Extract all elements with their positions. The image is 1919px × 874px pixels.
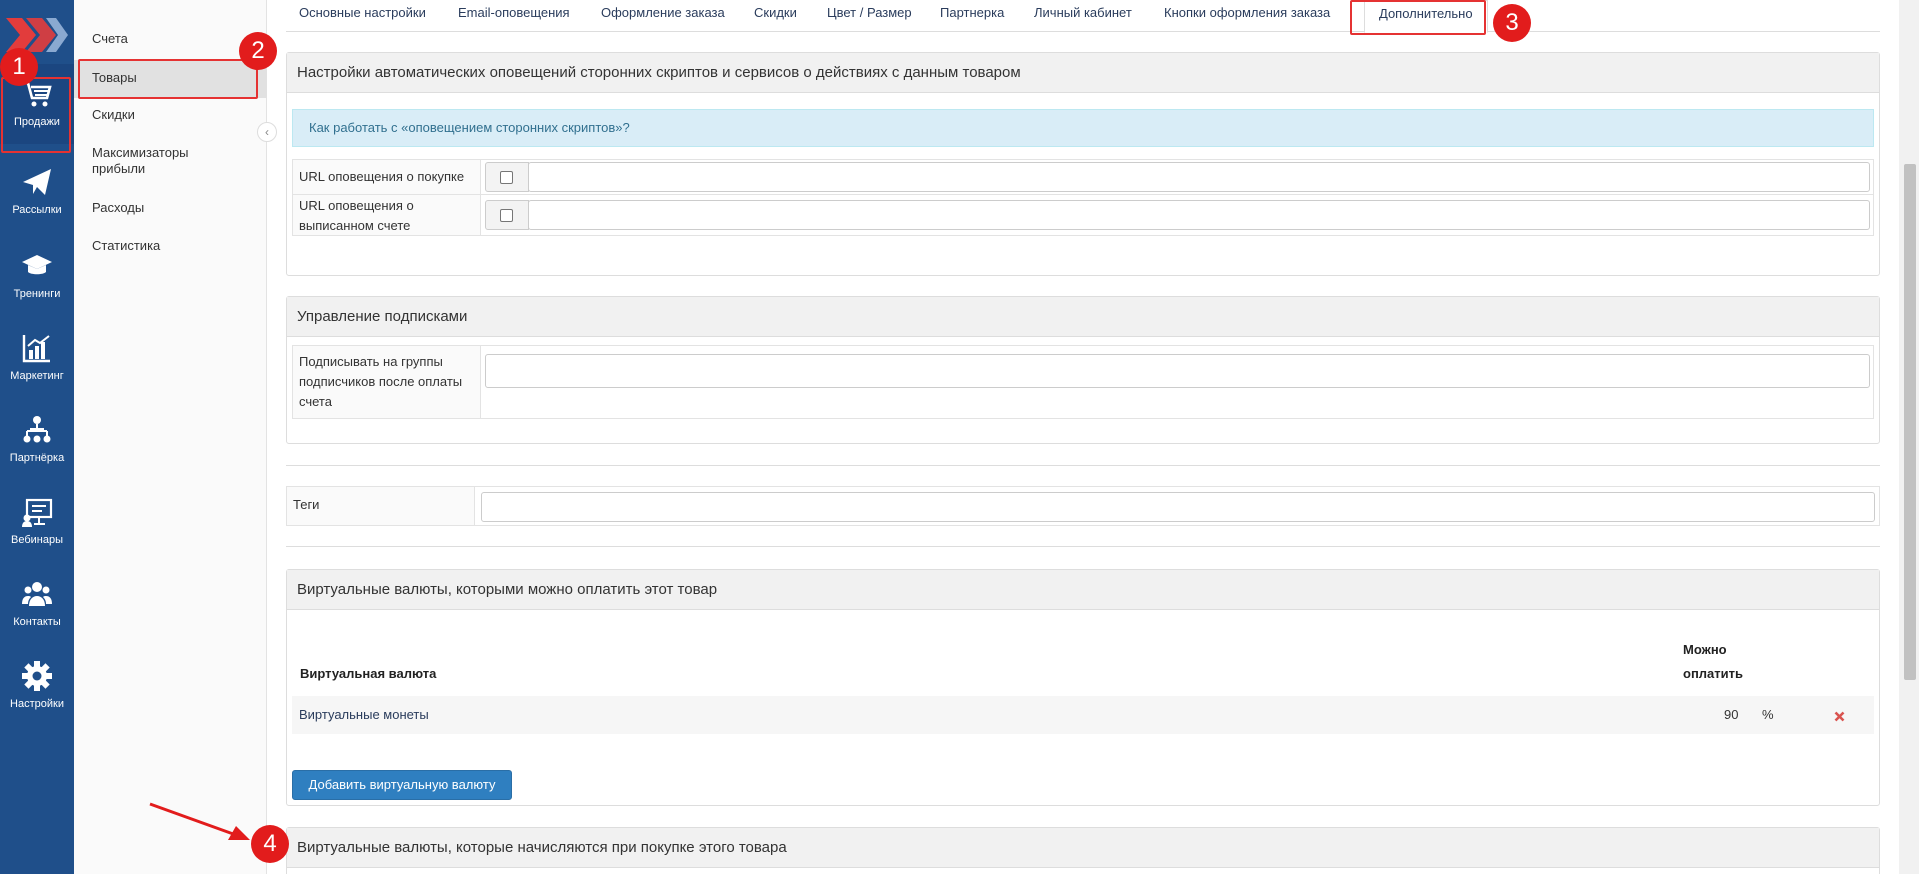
purchase-url-toggle xyxy=(485,162,529,192)
purchase-url-label: URL оповещения о покупке xyxy=(293,160,481,194)
highlight-box-2 xyxy=(78,59,258,99)
invoice-url-row: URL оповещения о выписанном счете xyxy=(292,194,1874,236)
divider xyxy=(286,546,1880,547)
collapse-sidebar-button[interactable]: ‹ xyxy=(257,122,277,142)
invoice-url-checkbox[interactable] xyxy=(500,209,513,222)
divider xyxy=(286,465,1880,466)
rail-label: Маркетинг xyxy=(10,370,64,382)
graduation-cap-icon xyxy=(22,255,52,275)
users-icon xyxy=(22,582,52,606)
subnav-item-statistics[interactable]: Статистика xyxy=(74,238,267,253)
subnav-item-invoices[interactable]: Счета xyxy=(74,31,267,46)
subnav-item-expenses[interactable]: Расходы xyxy=(74,200,267,215)
rail-label: Рассылки xyxy=(12,204,62,216)
tab-checkout-buttons[interactable]: Кнопки оформления заказа xyxy=(1164,5,1330,20)
annotation-badge-1: 1 xyxy=(0,48,38,86)
currencies-pay-title: Виртуальные валюты, которыми можно оплат… xyxy=(287,570,1879,610)
currencies-earn-panel: Виртуальные валюты, которые начисляются … xyxy=(286,827,1880,874)
tab-personal-account[interactable]: Личный кабинет xyxy=(1034,5,1132,20)
rail-label: Вебинары xyxy=(11,534,63,546)
chart-icon xyxy=(22,335,50,363)
invoice-url-toggle xyxy=(485,200,529,230)
rail-item-trainings[interactable]: Тренинги xyxy=(0,236,74,316)
annotation-badge-3: 3 xyxy=(1493,4,1531,42)
network-icon xyxy=(23,416,51,443)
currency-value: 90 xyxy=(1724,707,1739,722)
annotation-badge-2: 2 xyxy=(239,32,277,70)
rail-item-webinars[interactable]: Вебинары xyxy=(0,482,74,562)
rail-item-marketing[interactable]: Маркетинг xyxy=(0,318,74,398)
app-root: Продажи Рассылки Тренинги Маркетинг Парт… xyxy=(0,0,1919,874)
notifications-help-link[interactable]: Как работать с «оповещением сторонних ск… xyxy=(292,109,1874,147)
col-currency-header: Виртуальная валюта xyxy=(300,666,437,681)
sales-subnav: Счета Товары Скидки Максимизаторы прибыл… xyxy=(74,0,267,874)
subscriptions-panel: Управление подписками Подписывать на гру… xyxy=(286,296,1880,444)
highlight-box-3 xyxy=(1350,0,1486,35)
add-currency-button[interactable]: Добавить виртуальную валюту xyxy=(292,770,512,800)
tab-main-settings[interactable]: Основные настройки xyxy=(299,5,426,20)
rail-label: Настройки xyxy=(10,698,64,710)
chevron-left-icon: ‹ xyxy=(265,125,269,139)
table-row: Виртуальные монеты 90 % xyxy=(292,696,1874,734)
tags-label: Теги xyxy=(287,487,475,525)
subscribe-groups-label: Подписывать на группы подписчиков после … xyxy=(293,346,481,418)
purchase-url-input[interactable] xyxy=(528,162,1870,192)
rail-item-contacts[interactable]: Контакты xyxy=(0,564,74,644)
notifications-title: Настройки автоматических оповещений стор… xyxy=(287,53,1879,93)
currency-name[interactable]: Виртуальные монеты xyxy=(299,707,429,722)
presentation-icon xyxy=(22,498,53,527)
rail-label: Контакты xyxy=(13,616,61,628)
tab-email-notifications[interactable]: Email-оповещения xyxy=(458,5,570,20)
rail-label: Партнёрка xyxy=(9,452,65,464)
currencies-earn-title: Виртуальные валюты, которые начисляются … xyxy=(287,828,1879,868)
tags-input[interactable] xyxy=(481,492,1875,522)
annotation-arrow-icon xyxy=(149,802,250,840)
currency-unit: % xyxy=(1762,707,1774,722)
subscribe-groups-input[interactable] xyxy=(485,354,1870,388)
rail-label: Тренинги xyxy=(13,288,61,300)
paper-plane-icon xyxy=(23,169,51,195)
invoice-url-input[interactable] xyxy=(528,200,1870,230)
tab-color-size[interactable]: Цвет / Размер xyxy=(827,5,912,20)
rail-item-partners[interactable]: Партнёрка xyxy=(0,400,74,480)
rail-item-settings[interactable]: Настройки xyxy=(0,646,74,726)
highlight-box-1 xyxy=(1,77,71,153)
subnav-item-discounts[interactable]: Скидки xyxy=(74,107,267,122)
subscribe-groups-row: Подписывать на группы подписчиков после … xyxy=(292,345,1874,419)
purchase-url-checkbox[interactable] xyxy=(500,171,513,184)
notifications-panel: Настройки автоматических оповещений стор… xyxy=(286,52,1880,276)
delete-icon[interactable] xyxy=(1834,711,1845,722)
annotation-badge-4: 4 xyxy=(251,825,289,863)
product-tabs: Основные настройки Email-оповещения Офор… xyxy=(286,0,1880,33)
gear-icon xyxy=(22,661,52,691)
invoice-url-label: URL оповещения о выписанном счете xyxy=(293,195,481,235)
col-can-pay-header: Можно оплатить xyxy=(1683,642,1743,681)
rail-item-mailings[interactable]: Рассылки xyxy=(0,152,74,232)
subnav-item-maximizers[interactable]: Максимизаторы прибыли xyxy=(74,145,224,177)
tab-discounts[interactable]: Скидки xyxy=(754,5,797,20)
scrollbar-thumb[interactable] xyxy=(1904,164,1916,680)
currencies-pay-panel: Виртуальные валюты, которыми можно оплат… xyxy=(286,569,1880,806)
tab-partners[interactable]: Партнерка xyxy=(940,5,1004,20)
subscriptions-title: Управление подписками xyxy=(287,297,1879,337)
tab-checkout[interactable]: Оформление заказа xyxy=(601,5,725,20)
purchase-url-row: URL оповещения о покупке xyxy=(292,159,1874,195)
tags-row: Теги xyxy=(286,486,1880,526)
